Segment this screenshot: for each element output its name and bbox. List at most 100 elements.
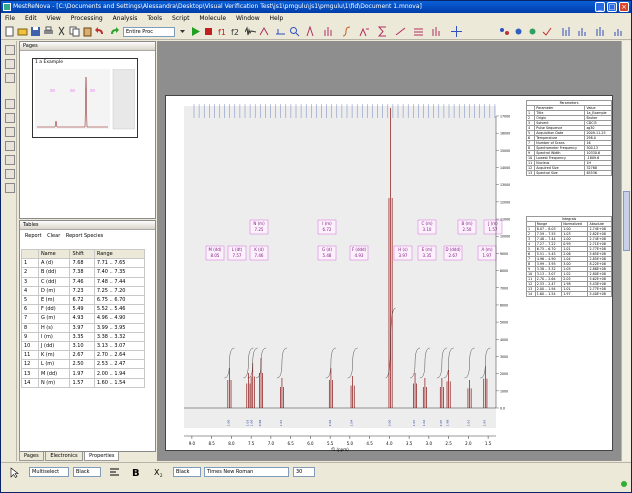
table-cell[interactable]: 7.46 xyxy=(69,276,95,287)
dimension-icon[interactable] xyxy=(431,26,442,37)
table-cell[interactable]: D (m) xyxy=(37,285,71,296)
table-row[interactable]: 7G (m) 4.93 4.96 .. 4.90 xyxy=(21,313,146,324)
table-cell[interactable]: 2 xyxy=(21,267,39,278)
tab-properties[interactable]: Properties xyxy=(84,452,120,461)
table-header-cell[interactable]: Shift xyxy=(69,248,95,260)
polygon-tool-icon[interactable] xyxy=(5,169,15,179)
stop-icon[interactable] xyxy=(203,26,214,37)
table-cell[interactable]: C (dd) xyxy=(37,276,71,287)
table-cell[interactable]: 3.13 .. 3.07 xyxy=(93,340,146,352)
fid-icon[interactable] xyxy=(245,26,256,37)
table-header-cell[interactable] xyxy=(21,248,39,260)
redo-icon[interactable] xyxy=(108,26,119,37)
fit-icon[interactable] xyxy=(395,26,406,37)
nmr-spectrum[interactable]: 1.00 1.03 1.00 0.99 1.01 2.06 1.04 3.00 1.05 1.02… xyxy=(166,96,524,452)
table-cell[interactable]: 1.97 xyxy=(69,368,95,379)
menu-script[interactable]: Script xyxy=(168,13,193,24)
selection-mode-combo[interactable]: Multiselect xyxy=(29,467,69,477)
zoom-tool-icon[interactable] xyxy=(5,73,15,83)
peak-pick-icon[interactable] xyxy=(305,26,316,37)
table-cell[interactable]: 11 xyxy=(21,350,39,361)
table-cell[interactable]: I (m) xyxy=(37,331,71,342)
cursor-cross-icon[interactable] xyxy=(451,26,462,37)
align-icon[interactable] xyxy=(109,467,120,478)
menu-help[interactable]: Help xyxy=(266,13,288,24)
table-cell[interactable]: 4 xyxy=(21,285,39,296)
cut-icon[interactable] xyxy=(56,26,67,37)
predict-icon[interactable] xyxy=(527,26,538,37)
f2-axis-icon[interactable]: f2 xyxy=(230,26,241,37)
arrow-tool-icon[interactable] xyxy=(5,155,15,165)
image-tool-icon[interactable] xyxy=(5,183,15,193)
pointer-icon[interactable] xyxy=(9,467,20,478)
menu-window[interactable]: Window xyxy=(232,13,264,24)
table-cell[interactable]: 7.68 xyxy=(69,258,95,269)
table-cell[interactable]: 7 xyxy=(21,313,39,324)
report-species-button[interactable]: Report Species xyxy=(64,232,105,240)
table-cell[interactable]: L (m) xyxy=(37,359,71,370)
j-coupling-icon[interactable] xyxy=(359,26,370,37)
chart-icon[interactable] xyxy=(577,26,588,37)
open-folder-icon[interactable] xyxy=(17,26,28,37)
menu-view[interactable]: View xyxy=(43,13,65,24)
f1-axis-icon[interactable]: f1 xyxy=(217,26,228,37)
export-icon[interactable] xyxy=(613,26,624,37)
tab-electronics[interactable]: Electronics xyxy=(45,452,83,461)
table-cell[interactable]: 2.70 .. 2.64 xyxy=(93,350,146,361)
table-cell[interactable]: 1 xyxy=(21,258,39,269)
table-cell[interactable]: 5.49 xyxy=(69,304,95,315)
document-vertical-scrollbar[interactable] xyxy=(621,41,631,461)
menu-processing[interactable]: Processing xyxy=(67,13,107,24)
table-row[interactable]: 10 J (dd) 3.10 3.13 .. 3.07 xyxy=(21,340,146,352)
table-row[interactable]: 6F (dd) 5.49 5.52 .. 5.46 xyxy=(21,304,146,315)
table-cell[interactable]: 9 xyxy=(21,331,39,342)
table-cell[interactable]: 3 xyxy=(21,276,39,287)
table-cell[interactable]: E (m) xyxy=(37,294,71,306)
table-cell[interactable]: 4.96 .. 4.90 xyxy=(93,313,146,324)
table-cell[interactable]: A (d) xyxy=(37,258,71,269)
table-row[interactable]: 2B (dd) 7.38 7.40 .. 7.35 xyxy=(21,267,146,278)
text-color-combo[interactable]: Black xyxy=(173,467,201,477)
maximize-button[interactable]: □ xyxy=(607,2,617,12)
table-cell[interactable]: 6 xyxy=(21,304,39,315)
table-cell[interactable]: 4.93 xyxy=(69,313,95,324)
pan-tool-icon[interactable] xyxy=(5,59,15,69)
table-row[interactable]: 5E (m) 6.72 6.75 .. 6.70 xyxy=(21,294,146,306)
table-cell[interactable]: J (dd) xyxy=(37,340,71,352)
copy-icon[interactable] xyxy=(69,26,80,37)
minimize-button[interactable]: _ xyxy=(595,2,605,12)
table-row[interactable]: 1A (d) 7.68 7.71 .. 7.65 xyxy=(21,258,146,269)
table-row[interactable]: 3C (dd) 7.46 7.48 .. 7.44 xyxy=(21,276,146,287)
combo-dropdown-icon[interactable] xyxy=(177,26,188,37)
table-cell[interactable]: 3.38 .. 3.32 xyxy=(93,331,146,342)
menu-tools[interactable]: Tools xyxy=(143,13,166,24)
bold-icon[interactable]: B xyxy=(131,466,143,478)
table-row[interactable]: 12 L (m) 2.50 2.53 .. 2.47 xyxy=(21,359,146,370)
table-row[interactable]: 11 K (m) 2.67 2.70 .. 2.64 xyxy=(21,350,146,361)
table-cell[interactable]: H (s) xyxy=(37,322,71,333)
menu-edit[interactable]: Edit xyxy=(21,13,41,24)
save-icon[interactable] xyxy=(30,26,41,37)
table-cell[interactable]: 2.50 xyxy=(69,359,95,370)
integrate-icon[interactable] xyxy=(341,26,352,37)
table-cell[interactable]: 14 xyxy=(21,377,39,388)
document-page[interactable]: 1.00 1.03 1.00 0.99 1.01 2.06 1.04 3.00 1.05 1.02… xyxy=(165,95,613,452)
table-cell[interactable]: 3.35 xyxy=(69,331,95,342)
processing-range-combo[interactable]: Entire Proc xyxy=(123,27,175,37)
table-cell[interactable]: 7.25 .. 7.20 xyxy=(93,285,146,296)
peak-table-icon[interactable] xyxy=(561,26,572,37)
baseline-icon[interactable] xyxy=(275,26,286,37)
text-tool-icon[interactable] xyxy=(5,99,15,109)
table-cell[interactable]: 12 xyxy=(21,359,39,370)
table-row[interactable]: 9I (m) 3.35 3.38 .. 3.32 xyxy=(21,331,146,342)
line-color-combo[interactable]: Black xyxy=(73,467,101,477)
tab-pages[interactable]: Pages xyxy=(19,452,44,461)
paste-icon[interactable] xyxy=(82,26,93,37)
table-cell[interactable]: 7.38 xyxy=(69,267,95,278)
table-cell[interactable]: 6.75 .. 6.70 xyxy=(93,294,146,306)
clear-button[interactable]: Clear xyxy=(45,232,62,240)
table-row[interactable]: 13 M (dd) 1.97 2.00 .. 1.94 xyxy=(21,368,146,379)
table-cell[interactable]: 5.52 .. 5.46 xyxy=(93,304,146,315)
table-cell[interactable]: 8 xyxy=(21,322,39,333)
verify-icon[interactable] xyxy=(541,26,552,37)
